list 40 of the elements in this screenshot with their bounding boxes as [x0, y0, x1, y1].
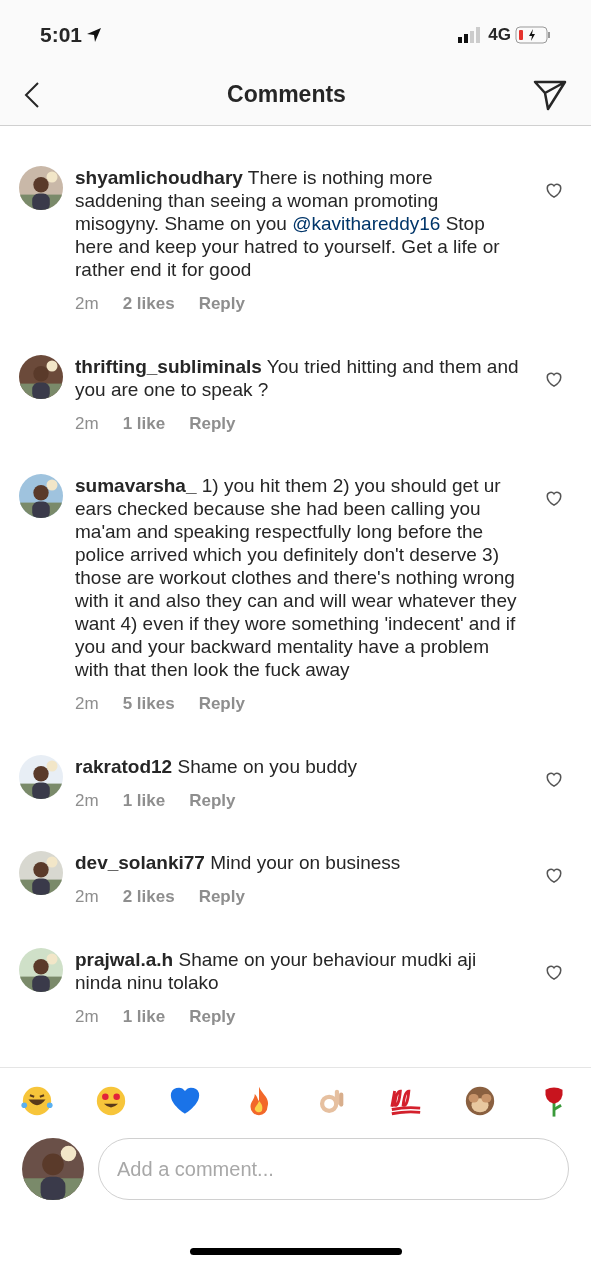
heart-icon[interactable]: [545, 370, 563, 387]
heart-icon[interactable]: [545, 182, 563, 198]
paper-plane-icon[interactable]: [533, 78, 567, 111]
comment-time: 2m: [75, 789, 99, 812]
comment-text: sumavarsha_ 1) you hit them 2) you should get ur ears checked because she had been calling you ma'am and speaking respectfully long before the police arrived which you definitely don't deserve 3) those are workout clothes and there's nothing wrong with it and also they can and will wear whatever they want 4) even if they wore something 'indecent' and if you and your backward mentality have a problem with that then look the fuck away: [75, 474, 518, 681]
likes-count[interactable]: 1 like: [122, 1003, 166, 1029]
comment-time: 2m: [75, 412, 99, 435]
likes-count[interactable]: 1 like: [122, 787, 166, 813]
comment-time: 2m: [75, 886, 99, 908]
comment-text: shyamlichoudhary There is nothing more saddening than seeing a woman promoting misogyny. Shame on you @kavithareddy16 Stop here and keep your hatred to yourself. Get a life or rather end it for good: [75, 166, 501, 281]
page-title: Comments: [227, 80, 346, 110]
likes-count[interactable]: 2 likes: [122, 291, 175, 317]
heart-icon[interactable]: [545, 490, 563, 506]
comment-text: thrifting_subliminals You tried hitting and them and you are one to speak ?: [75, 354, 520, 401]
reply-button[interactable]: Reply: [198, 291, 245, 317]
back-icon[interactable]: [24, 80, 40, 109]
reply-button[interactable]: Reply: [198, 691, 245, 717]
comment-text: prajwal.a.h Shame on your behaviour mudki aji ninda ninu tolako: [75, 947, 478, 994]
clock-time: 5:01: [40, 22, 83, 49]
laughing-face-icon[interactable]: [20, 1084, 54, 1118]
likes-count[interactable]: 5 likes: [122, 691, 175, 717]
location-arrow-icon: [86, 27, 103, 43]
battery-icon: [515, 26, 551, 44]
comment-text: dev_solanki77 Mind your on business: [75, 851, 402, 874]
heart-icon[interactable]: [545, 770, 563, 787]
heart-icon[interactable]: [545, 867, 563, 883]
reply-button[interactable]: Reply: [189, 1003, 236, 1029]
comment-text: rakratod12 Shame on you buddy: [75, 754, 359, 778]
likes-count[interactable]: 2 likes: [122, 884, 175, 910]
reply-button[interactable]: Reply: [198, 884, 245, 910]
comment-time: 2m: [75, 693, 99, 715]
comment-input[interactable]: Add a comment...: [98, 1138, 569, 1200]
comment-time: 2m: [75, 293, 99, 315]
likes-count[interactable]: 1 like: [122, 410, 166, 436]
reply-button[interactable]: Reply: [189, 787, 236, 813]
comment-time: 2m: [75, 1005, 99, 1028]
mention-link[interactable]: @kavithareddy16: [292, 213, 441, 234]
network-label: 4G: [488, 24, 511, 47]
reply-button[interactable]: Reply: [189, 410, 236, 436]
heart-icon[interactable]: [545, 963, 563, 980]
